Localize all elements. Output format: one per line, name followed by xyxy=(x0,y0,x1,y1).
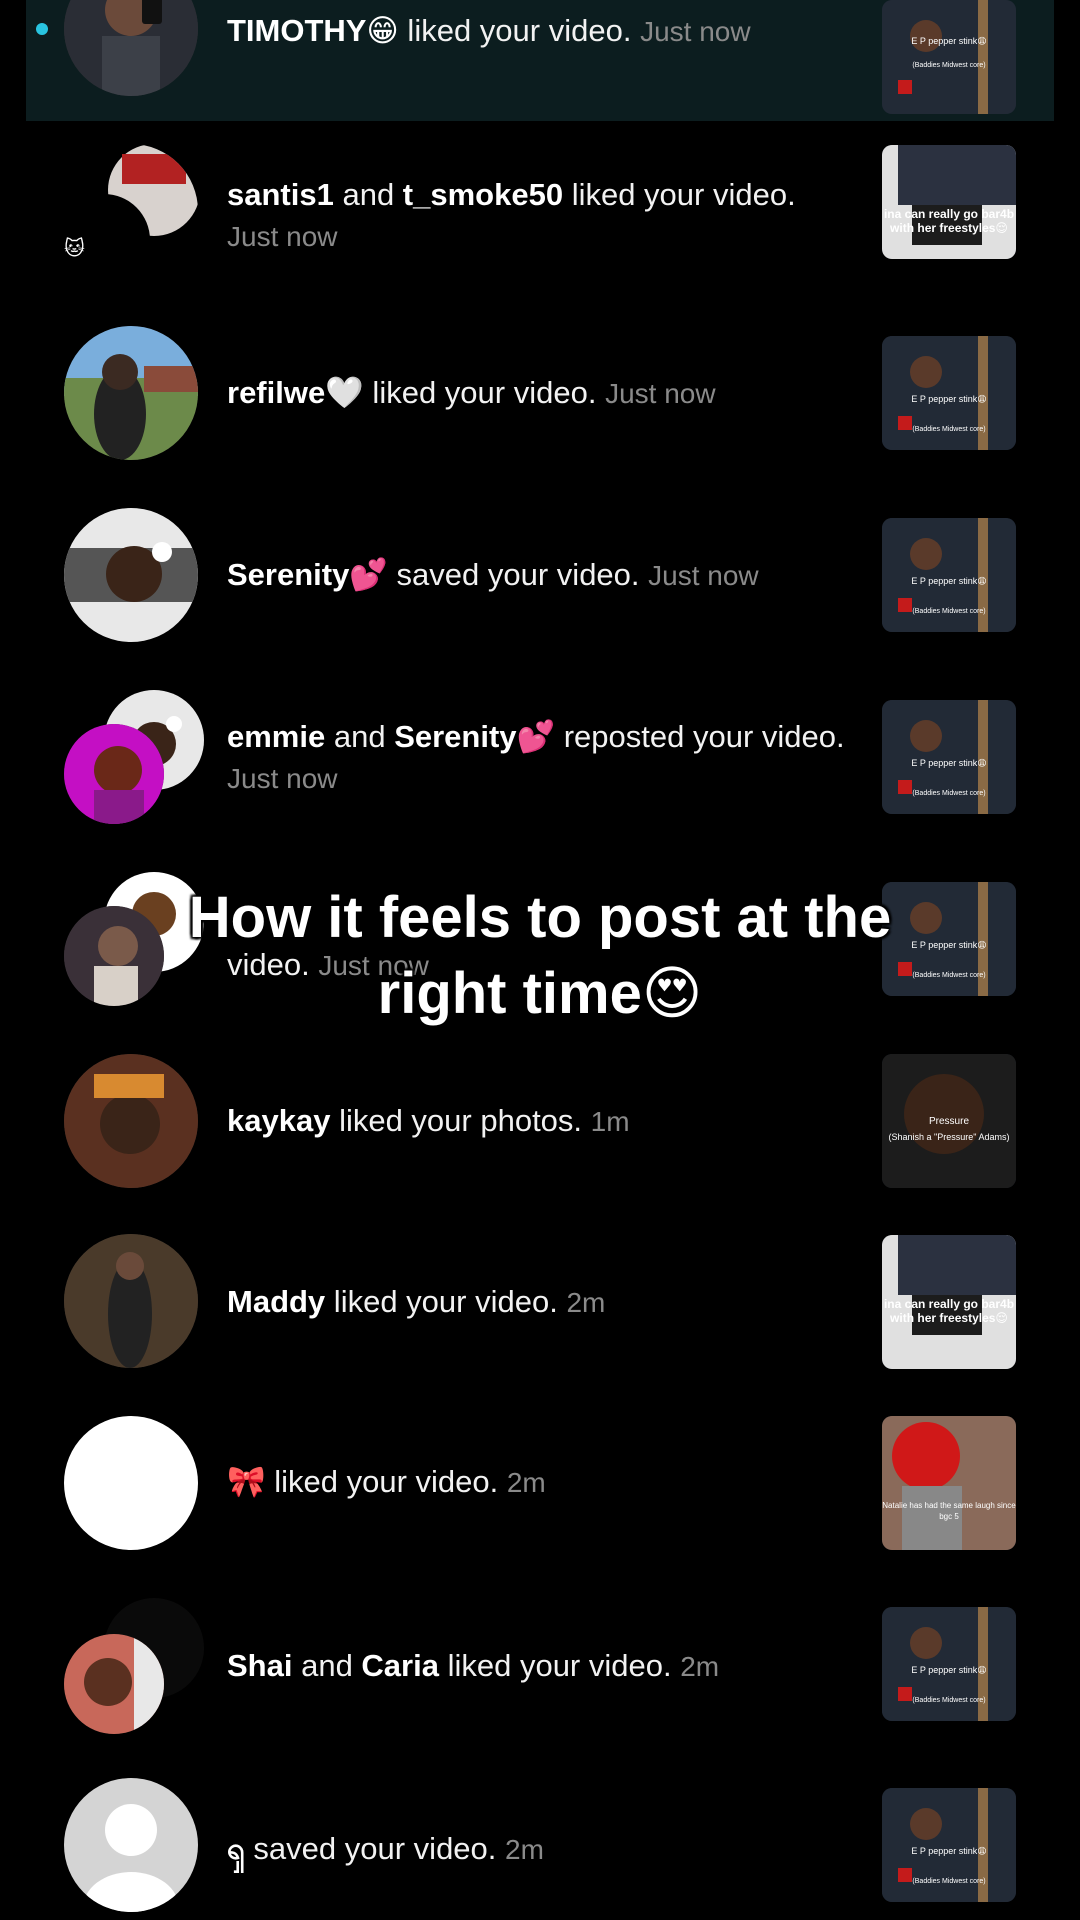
unread-dot-icon xyxy=(36,23,48,35)
notification-text: Serenity💕 saved your video. Just now xyxy=(227,557,759,592)
avatar[interactable] xyxy=(64,724,164,824)
video-caption-overlay: How it feels to post at the right time😍 xyxy=(188,885,892,1026)
video-thumbnail[interactable]: E P pepper stink😩 (Baddies Midwest core) xyxy=(882,1607,1016,1721)
notification-text: Shai and Caria liked your video. 2m xyxy=(227,1648,720,1683)
avatar[interactable] xyxy=(64,1634,164,1734)
notification-text: emmie and Serenity💕 reposted your video.… xyxy=(227,719,845,794)
video-thumbnail[interactable]: ina can really go bar4b with her freesty… xyxy=(882,145,1016,259)
avatar[interactable] xyxy=(64,508,198,642)
timestamp: Just now xyxy=(640,16,751,47)
notification-text: TIMOTHY😁 liked your video. Just now xyxy=(227,13,751,48)
video-thumbnail[interactable]: E P pepper stink😩 (Baddies Midwest core) xyxy=(882,700,1016,814)
video-thumbnail[interactable]: ina can really go bar4b with her freesty… xyxy=(882,1235,1016,1369)
notification-text: Maddy liked your video. 2m xyxy=(227,1284,606,1319)
avatar[interactable] xyxy=(64,326,198,460)
notification-text: refilwe🤍 liked your video. Just now xyxy=(227,375,716,410)
blank-avatar[interactable] xyxy=(64,1416,198,1550)
avatar[interactable] xyxy=(64,1234,198,1368)
video-thumbnail[interactable]: E P pepper stink😩 (Baddies Midwest core) xyxy=(882,518,1016,632)
notification-text: kaykay liked your photos. 1m xyxy=(227,1103,630,1138)
video-thumbnail[interactable]: E P pepper stink😩 (Baddies Midwest core) xyxy=(882,336,1016,450)
notification-text: ၡ saved your video. 2m xyxy=(227,1831,544,1866)
video-thumbnail[interactable]: Natalie has had the same laugh since bgc… xyxy=(882,1416,1016,1550)
video-thumbnail[interactable]: E P pepper stink😩 (Baddies Midwest core) xyxy=(882,0,1016,114)
notification-text: 🎀 liked your video. 2m xyxy=(227,1464,546,1499)
hello-kitty-icon: 🐱 xyxy=(64,238,85,260)
photo-thumbnail[interactable]: Pressure (Shanish a "Pressure" Adams) xyxy=(882,1054,1016,1188)
video-thumbnail[interactable]: E P pepper stink😩 (Baddies Midwest core) xyxy=(882,1788,1016,1902)
notification-text: santis1 and t_smoke50 liked your video. J… xyxy=(227,177,796,252)
avatar[interactable] xyxy=(64,1054,198,1188)
default-avatar-icon[interactable] xyxy=(64,1778,198,1912)
timestamp: Just now xyxy=(227,221,338,252)
username[interactable]: TIMOTHY😁 xyxy=(227,13,399,48)
